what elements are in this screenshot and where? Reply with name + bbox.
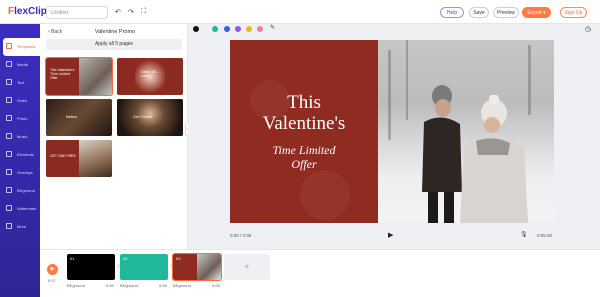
- history-clock-icon[interactable]: ◷: [585, 25, 591, 33]
- woman-figure: [460, 95, 528, 223]
- template-thumb-4[interactable]: Get 2 Drinks: [117, 99, 183, 136]
- color-swatch-teal[interactable]: [212, 26, 218, 32]
- stage-title[interactable]: This Valentine's: [230, 92, 378, 134]
- apply-all-button[interactable]: Apply all 5 pages: [46, 39, 182, 50]
- back-button[interactable]: ‹ Back: [48, 29, 62, 35]
- export-button[interactable]: Export ▾: [522, 7, 551, 18]
- undo-icon[interactable]: ↶: [115, 8, 121, 16]
- template-thumb-3[interactable]: Mellow: [46, 99, 112, 136]
- elements-icon: [6, 151, 12, 157]
- color-swatch-purple[interactable]: [235, 26, 241, 32]
- left-nav: Templates Media Text Video Photo Music E…: [0, 24, 40, 297]
- microphone-icon[interactable]: 🎙: [520, 231, 528, 238]
- clip-label: BKground: [120, 283, 138, 288]
- panel-title: Valentine Promo: [94, 29, 136, 35]
- tree: [388, 50, 391, 140]
- thumb-text: Mellow: [66, 115, 77, 119]
- redo-icon[interactable]: ↷: [128, 8, 134, 16]
- template-panel: ‹ Back Valentine Promo Apply all 5 pages…: [40, 24, 188, 249]
- stage-subtitle[interactable]: Time Limited Offer: [230, 143, 378, 171]
- timeline-time: 0:17: [48, 278, 56, 283]
- thumb-text: CET ONE FREE: [50, 154, 76, 158]
- color-swatch-black[interactable]: [193, 26, 199, 32]
- color-dropper-icon[interactable]: ✎: [270, 24, 275, 31]
- nav-item-background[interactable]: BKground: [0, 182, 40, 200]
- thumb-photo: [79, 140, 112, 177]
- project-title-input[interactable]: Untitled: [46, 6, 108, 19]
- photo-icon: [6, 115, 12, 121]
- template-thumb-2[interactable]: Give It Sh... Love: [117, 58, 183, 95]
- timeline-clip-3[interactable]: 03: [172, 253, 222, 281]
- thumb-text: Get 2 Drinks: [133, 115, 153, 119]
- template-icon: [6, 43, 12, 49]
- play-icon[interactable]: ▶: [388, 231, 393, 239]
- color-swatch-pink[interactable]: [257, 26, 263, 32]
- nav-item-text[interactable]: Text: [0, 74, 40, 92]
- clip-label: BKground: [173, 283, 191, 288]
- sign-up-button[interactable]: Sign Up: [560, 7, 587, 18]
- timeline-clip-2[interactable]: 02: [120, 254, 168, 280]
- nav-item-overlays[interactable]: Overlays: [0, 164, 40, 182]
- top-bar: FlexClip Untitled ↶ ↷ ⛶ Help Save Previe…: [0, 0, 600, 24]
- color-swatch-blue[interactable]: [224, 26, 230, 32]
- heart-decoration: [300, 170, 350, 220]
- tree: [406, 40, 408, 120]
- thumb-text: Give It Sh... Love: [141, 70, 160, 78]
- nav-item-photo[interactable]: Photo: [0, 110, 40, 128]
- clip-label: BKground: [67, 283, 85, 288]
- couple-photo[interactable]: [378, 40, 554, 223]
- clip-duration: 0:05: [212, 283, 220, 288]
- clip-duration: 0:05: [159, 283, 167, 288]
- nav-item-media[interactable]: Media: [0, 56, 40, 74]
- video-icon: [6, 97, 12, 103]
- thumb-photo: [79, 58, 112, 95]
- color-swatch-yellow[interactable]: [246, 26, 252, 32]
- overlays-icon: [6, 169, 12, 175]
- duration-time: 0:05.00: [537, 233, 553, 238]
- nav-item-video[interactable]: Video: [0, 92, 40, 110]
- fullscreen-icon[interactable]: ⛶: [141, 8, 146, 16]
- current-time: 0:00 / 0:05: [230, 233, 252, 238]
- text-icon: [6, 79, 12, 85]
- music-icon: [6, 133, 12, 139]
- more-icon: [6, 223, 12, 229]
- template-thumb-5[interactable]: CET ONE FREE: [46, 140, 112, 177]
- clip-photo: [197, 254, 221, 280]
- thumb-text: This Valentine's Time Limited Offer: [50, 68, 75, 80]
- watermark-icon: [6, 205, 12, 211]
- nav-item-elements[interactable]: Elements: [0, 146, 40, 164]
- folder-icon: [6, 61, 12, 67]
- nav-item-music[interactable]: Music: [0, 128, 40, 146]
- timeline: ▶ 0:17 01 BKground 0:05 ◇ 02 BKground 0:…: [40, 249, 600, 297]
- video-stage[interactable]: This Valentine's Time Limited Offer: [230, 40, 554, 223]
- help-button[interactable]: Help: [440, 7, 464, 18]
- add-clip-button[interactable]: +: [224, 254, 270, 280]
- clip-duration: 0:05: [106, 283, 114, 288]
- flexclip-logo[interactable]: FlexClip: [8, 6, 47, 17]
- timeline-clip-1[interactable]: 01: [67, 254, 115, 280]
- timeline-play-button[interactable]: ▶: [47, 264, 58, 275]
- nav-item-more[interactable]: More: [0, 218, 40, 236]
- save-button[interactable]: Save: [469, 7, 489, 18]
- nav-item-templates[interactable]: Templates: [3, 38, 40, 56]
- template-thumb-1[interactable]: This Valentine's Time Limited Offer: [45, 57, 113, 96]
- preview-button[interactable]: Preview: [493, 7, 519, 18]
- nav-item-watermark[interactable]: Watermark: [0, 200, 40, 218]
- background-icon: [6, 187, 12, 193]
- thumb-photo: [46, 99, 112, 136]
- title-card: This Valentine's Time Limited Offer: [230, 40, 378, 223]
